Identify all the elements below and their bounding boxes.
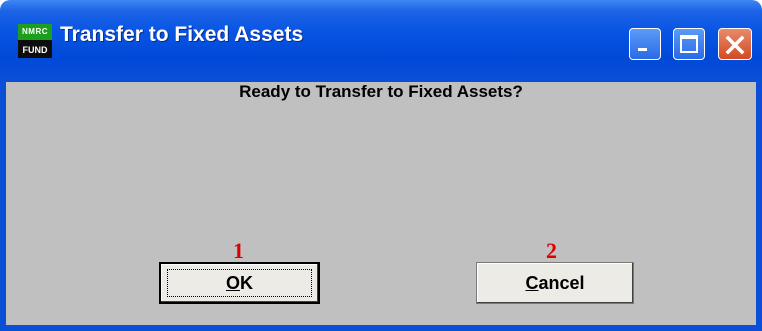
marker-2: 2 xyxy=(546,238,557,263)
maximize-button[interactable] xyxy=(673,28,705,60)
dialog-window: NMRC FUND Transfer to Fixed Assets Ready… xyxy=(0,0,762,331)
close-button[interactable] xyxy=(718,28,752,60)
app-icon: NMRC FUND xyxy=(18,24,52,58)
marker-1: 1 xyxy=(233,238,244,263)
confirmation-message: Ready to Transfer to Fixed Assets? xyxy=(239,82,523,101)
cancel-button-mnemonic: C xyxy=(525,273,539,293)
ok-button-focus-rect: OK xyxy=(167,269,312,297)
ok-button-label: K xyxy=(240,273,253,293)
window-title: Transfer to Fixed Assets xyxy=(60,23,304,46)
minimize-icon xyxy=(638,48,647,51)
ok-button[interactable]: OK xyxy=(159,262,320,304)
ok-button-mnemonic: O xyxy=(225,273,240,293)
cancel-button-label: ancel xyxy=(538,273,585,293)
minimize-button[interactable] xyxy=(629,28,661,60)
dialog-body xyxy=(0,82,762,331)
app-icon-top-text: NMRC xyxy=(18,24,52,40)
cancel-button[interactable]: Cancel xyxy=(476,262,634,304)
close-icon xyxy=(725,35,745,55)
maximize-icon xyxy=(680,35,698,53)
title-bar[interactable]: NMRC FUND Transfer to Fixed Assets xyxy=(0,0,762,82)
app-icon-bottom-text: FUND xyxy=(22,45,48,55)
